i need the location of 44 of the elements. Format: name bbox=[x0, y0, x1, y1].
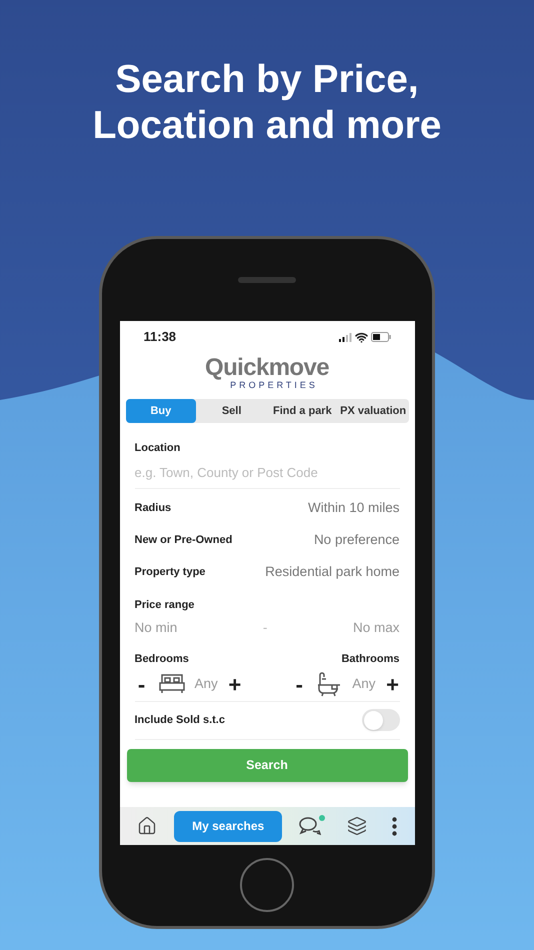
layers-icon bbox=[346, 816, 367, 836]
wifi-icon bbox=[354, 330, 368, 344]
logo-name: Quickmove bbox=[205, 356, 329, 380]
headline: Search by Price, bbox=[115, 57, 419, 103]
toggle-switch[interactable] bbox=[362, 709, 400, 731]
tab[interactable]: Buy bbox=[126, 399, 196, 423]
price-min[interactable]: No min bbox=[134, 618, 178, 638]
bed-icon bbox=[158, 673, 184, 695]
logo-tagline: PROPERTIES bbox=[229, 380, 318, 390]
price-max[interactable]: No max bbox=[352, 618, 400, 638]
tab[interactable]: PX valuation bbox=[338, 399, 408, 423]
option-label: New or Pre-Owned bbox=[134, 533, 232, 548]
tab[interactable]: Find a park bbox=[267, 399, 338, 423]
price-separator: - bbox=[262, 618, 268, 637]
location-field[interactable]: e.g. Town, County or Post Code bbox=[134, 456, 400, 488]
decrease-button[interactable]: - bbox=[292, 668, 306, 700]
counter-value: Any bbox=[352, 674, 376, 693]
search-button[interactable]: Search bbox=[126, 748, 408, 782]
headline: Location and more bbox=[92, 103, 442, 149]
home-icon bbox=[136, 816, 157, 836]
option-value[interactable]: Residential park home bbox=[265, 562, 400, 583]
option-value[interactable]: Within 10 miles bbox=[308, 498, 400, 519]
speaker-grille bbox=[238, 277, 296, 283]
bathtub-icon bbox=[316, 671, 342, 697]
nav-tab[interactable]: My searches bbox=[174, 810, 282, 842]
home-button[interactable] bbox=[240, 858, 294, 912]
field-label: Price range bbox=[134, 598, 196, 612]
status-time: 11:38 bbox=[144, 328, 176, 346]
signal-icon bbox=[338, 332, 352, 342]
counter-value: Any bbox=[194, 674, 218, 693]
counter-label: Bathrooms bbox=[341, 652, 400, 667]
toggle-label: Include Sold s.t.c bbox=[134, 712, 225, 728]
battery-icon bbox=[370, 332, 390, 342]
increase-button[interactable]: + bbox=[386, 668, 400, 700]
counter-label: Bedrooms bbox=[134, 652, 189, 667]
decrease-button[interactable]: - bbox=[134, 668, 148, 700]
option-label: Property type bbox=[134, 565, 206, 580]
option-value[interactable]: No preference bbox=[314, 530, 400, 551]
increase-button[interactable]: + bbox=[228, 668, 242, 700]
option-label: Radius bbox=[134, 501, 172, 516]
field-label: Location bbox=[134, 441, 182, 456]
chat-icon bbox=[299, 816, 322, 836]
more-icon bbox=[392, 816, 398, 836]
tab[interactable]: Sell bbox=[196, 399, 267, 423]
